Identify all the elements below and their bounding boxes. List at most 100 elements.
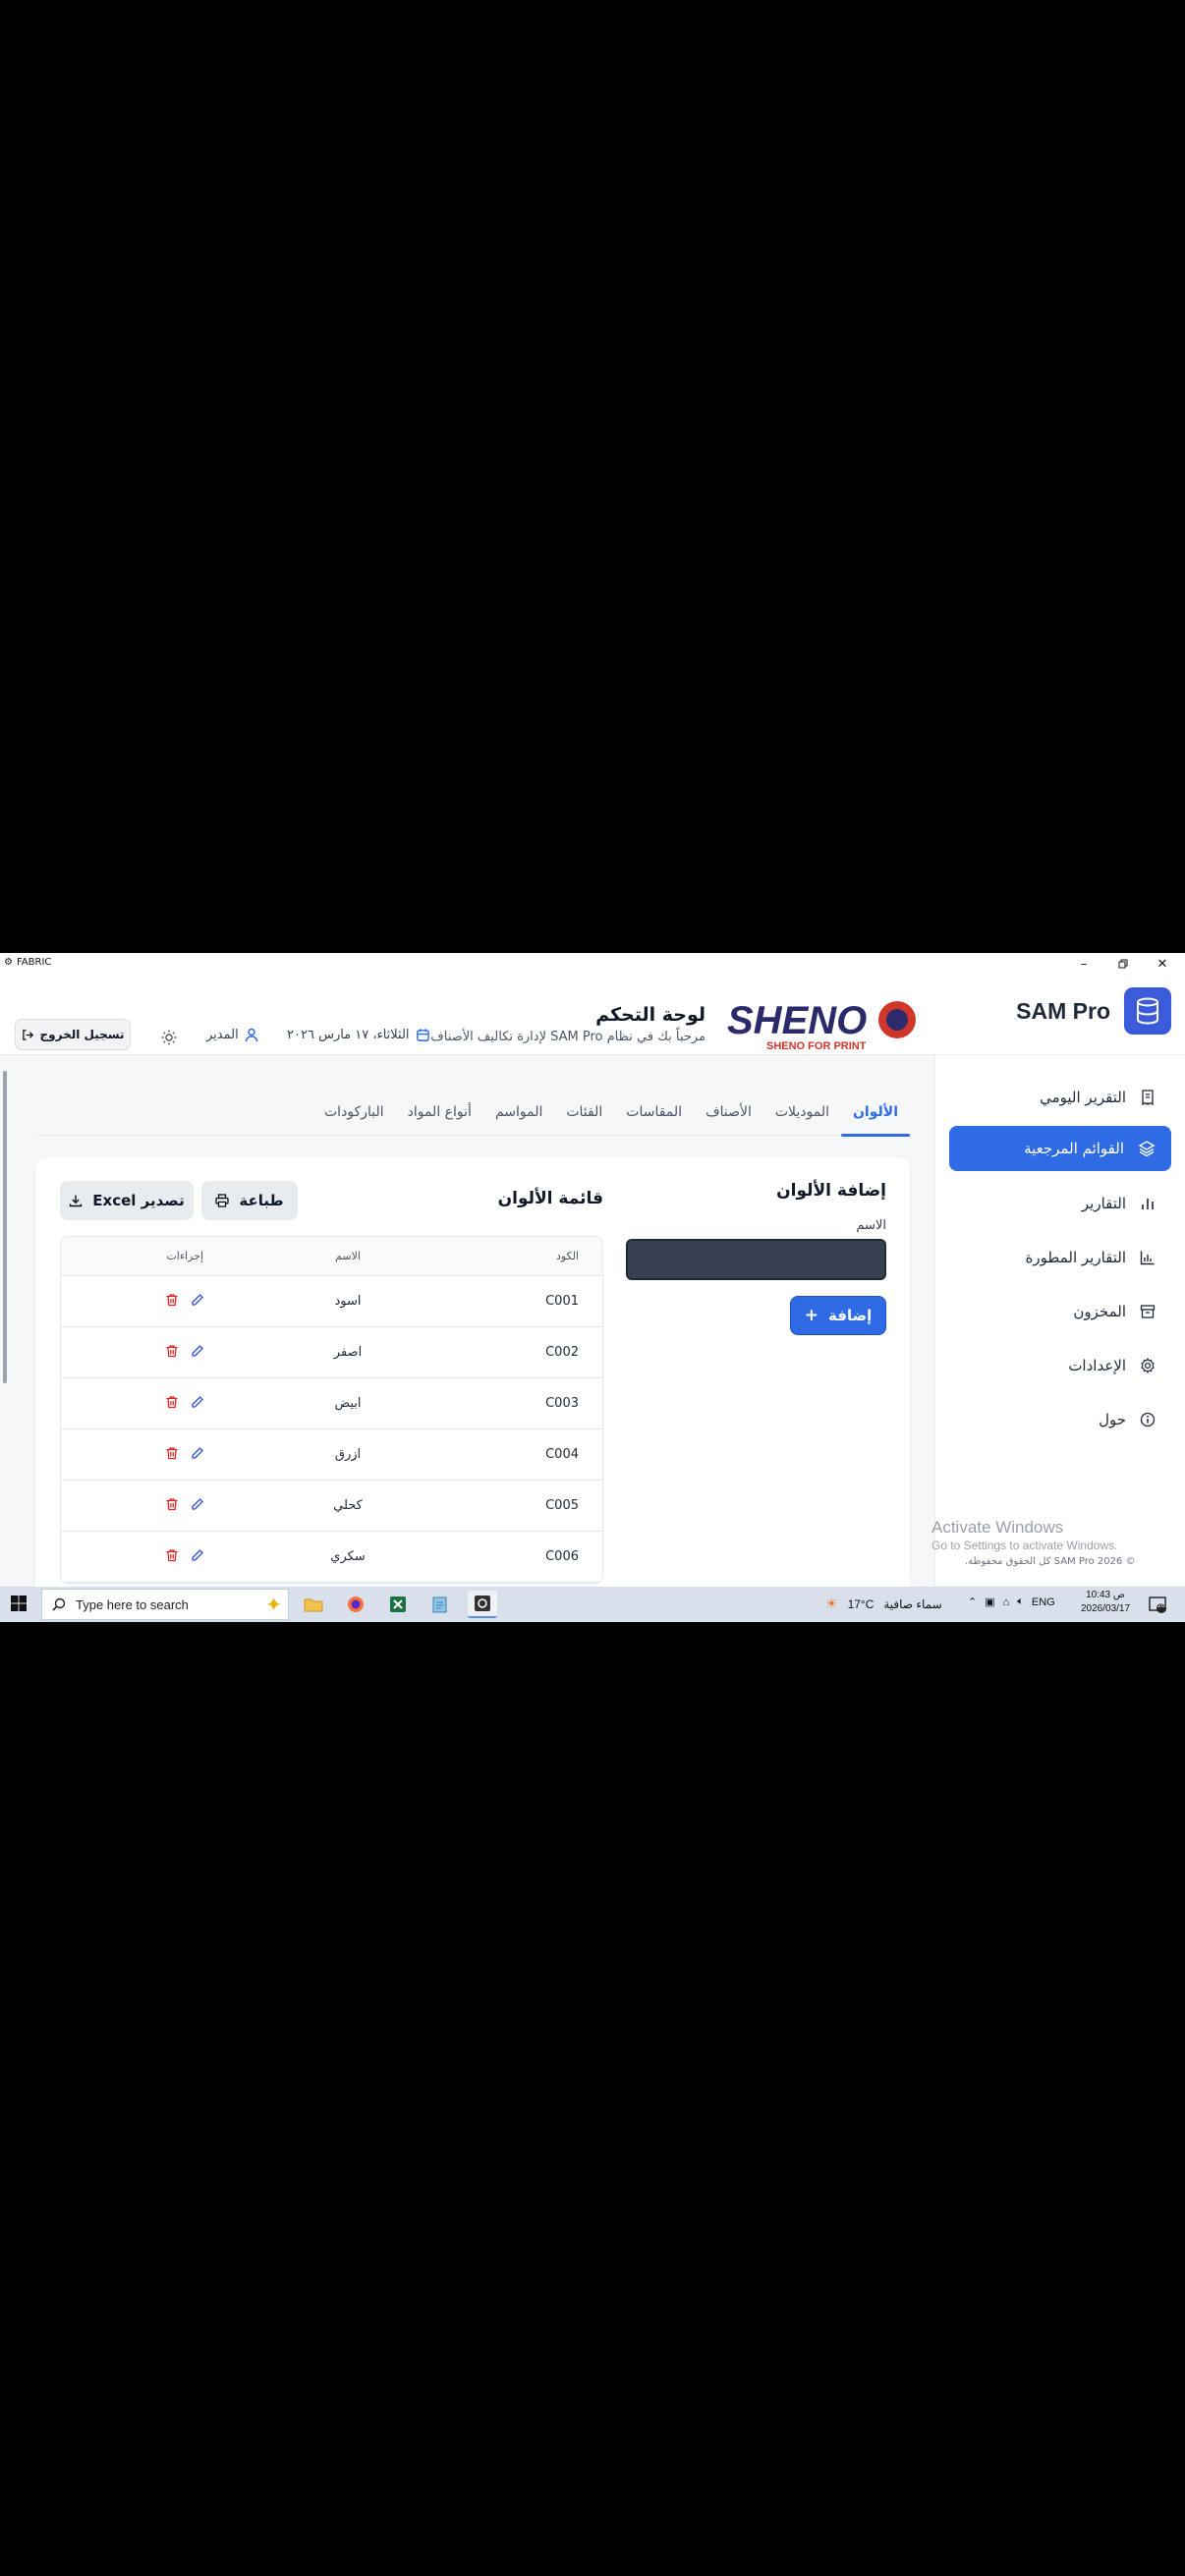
weather-widget[interactable]: سماء صافية 17°C ☀ <box>825 1596 942 1612</box>
cell-actions <box>61 1548 250 1566</box>
cell-actions <box>61 1446 250 1464</box>
page-title: لوحة التحكم <box>595 1004 705 1026</box>
logout-button[interactable]: تسجيل الخروج <box>15 1019 131 1050</box>
brand: SAM Pro <box>1016 987 1171 1035</box>
tab-barcodes[interactable]: الباركودات <box>312 1089 396 1136</box>
notification-button[interactable]: 26 <box>1148 1595 1167 1614</box>
language-indicator[interactable]: ENG <box>1032 1596 1055 1608</box>
trash-icon[interactable] <box>165 1293 179 1311</box>
edit-icon[interactable] <box>191 1446 204 1464</box>
archive-icon <box>1140 1305 1156 1318</box>
table-row: C005 كحلي <box>61 1481 602 1532</box>
page-title-block: لوحة التحكم مرحباً بك في نظام SAM Pro لإ… <box>430 1004 705 1044</box>
sidebar-item-settings[interactable]: الإعدادات <box>949 1343 1171 1388</box>
theme-toggle-button[interactable] <box>157 1026 181 1049</box>
edit-icon[interactable] <box>191 1548 204 1566</box>
restore-icon <box>1118 959 1128 969</box>
edit-icon[interactable] <box>191 1293 204 1311</box>
table-row: C002 اصفر <box>61 1327 602 1378</box>
cell-name: سكري <box>330 1549 366 1564</box>
name-field-label: الاسم <box>856 1218 886 1233</box>
info-icon <box>1140 1412 1156 1428</box>
trash-icon[interactable] <box>165 1446 179 1464</box>
print-button[interactable]: طباعة <box>201 1181 298 1220</box>
export-excel-button[interactable]: تصدير Excel <box>60 1181 194 1220</box>
sidebar-item-advanced-reports[interactable]: التقارير المطورة <box>949 1235 1171 1280</box>
cell-actions <box>61 1293 250 1311</box>
table-row: C006 سكري <box>61 1532 602 1583</box>
activate-windows-watermark: Activate Windows Go to Settings to activ… <box>931 1518 1118 1552</box>
add-button[interactable]: إضافة + <box>790 1296 886 1335</box>
add-color-panel: إضافة الألوان الاسم إضافة + <box>626 1181 886 1335</box>
sidebar-item-daily-report[interactable]: التقرير اليومي <box>949 1075 1171 1120</box>
download-icon <box>70 1195 83 1207</box>
sidebar-item-reference-lists[interactable]: القوائم المرجعية <box>949 1126 1171 1171</box>
tab-colors[interactable]: الألوان <box>840 1089 911 1137</box>
add-panel-title: إضافة الألوان <box>776 1181 886 1201</box>
trash-icon[interactable] <box>165 1497 179 1515</box>
brand-name: SAM Pro <box>1016 997 1110 1024</box>
taskbar-app-excel[interactable] <box>383 1591 413 1618</box>
logout-icon <box>22 1029 33 1040</box>
tray-app-icon[interactable]: ▣ <box>985 1596 994 1608</box>
chevron-up-icon[interactable]: ⌃ <box>968 1596 977 1608</box>
tab-items[interactable]: الأصناف <box>694 1089 763 1136</box>
edit-icon[interactable] <box>191 1344 204 1362</box>
sun-icon <box>161 1030 177 1045</box>
trash-icon[interactable] <box>165 1344 179 1362</box>
cell-code: C005 <box>545 1498 579 1513</box>
main-content: الألوان الموديلات الأصناف المقاسات الفئا… <box>35 1055 911 1587</box>
printer-icon <box>215 1194 230 1207</box>
taskbar: Type here to search ✦ سماء صافية 17°C ☀ … <box>0 1587 1185 1622</box>
taskbar-app-fabric[interactable] <box>468 1591 497 1618</box>
edit-icon[interactable] <box>191 1395 204 1413</box>
table-row: C004 ازرق <box>61 1429 602 1481</box>
table-row: C001 اسود <box>61 1276 602 1327</box>
cell-name: اصفر <box>333 1345 363 1360</box>
trash-icon[interactable] <box>165 1548 179 1566</box>
scrollbar-thumb[interactable] <box>3 1071 7 1383</box>
edit-icon[interactable] <box>191 1497 204 1515</box>
cell-code: C002 <box>545 1345 579 1360</box>
list-title: قائمة الألوان <box>497 1189 603 1208</box>
cell-actions <box>61 1344 250 1362</box>
table-row: C003 ابيض <box>61 1378 602 1429</box>
taskbar-app-firefox[interactable] <box>341 1591 370 1618</box>
cell-name: ابيض <box>334 1396 362 1411</box>
taskbar-app-file-explorer[interactable] <box>299 1591 328 1618</box>
tab-seasons[interactable]: المواسم <box>483 1089 554 1136</box>
tab-categories[interactable]: الفئات <box>554 1089 614 1136</box>
close-button[interactable]: ✕ <box>1146 953 1179 975</box>
header: SAM Pro SHENO SHENO FOR PRINT لوحة التحك… <box>0 975 1185 1055</box>
network-icon[interactable]: ⌂ <box>1003 1596 1010 1608</box>
trash-icon[interactable] <box>165 1395 179 1413</box>
column-header-actions: إجراءات <box>166 1250 204 1262</box>
cell-code: C003 <box>545 1396 579 1411</box>
bar-chart-icon <box>1142 1199 1154 1209</box>
volume-icon[interactable]: 🔈︎ <box>1017 1596 1024 1608</box>
taskbar-search[interactable]: Type here to search ✦ <box>41 1589 289 1620</box>
minimize-button[interactable]: – <box>1067 953 1100 975</box>
vertical-scrollbar[interactable] <box>2 1055 8 1586</box>
tab-material-types[interactable]: أنواع المواد <box>396 1089 483 1136</box>
column-header-code: الكود <box>555 1250 579 1262</box>
taskbar-app-notepad[interactable] <box>425 1591 455 1618</box>
excel-icon <box>390 1596 406 1612</box>
firefox-icon <box>348 1596 364 1612</box>
sidebar-item-about[interactable]: حول <box>949 1397 1171 1442</box>
receipt-icon <box>1142 1090 1154 1105</box>
tab-models[interactable]: الموديلات <box>763 1089 841 1136</box>
cell-code: C004 <box>545 1447 579 1462</box>
sidebar-item-reports[interactable]: التقارير <box>949 1181 1171 1226</box>
user-display: المدير <box>206 1028 258 1042</box>
tab-sizes[interactable]: المقاسات <box>614 1089 694 1136</box>
app-gear-icon <box>475 1596 490 1611</box>
name-input[interactable] <box>626 1239 886 1280</box>
restore-button[interactable] <box>1106 953 1140 975</box>
sidebar-item-inventory[interactable]: المخزون <box>949 1289 1171 1334</box>
plus-icon: + <box>804 1306 819 1325</box>
app-icon: ⚙ <box>4 957 13 968</box>
start-button[interactable] <box>10 1595 29 1614</box>
layers-icon <box>1138 1141 1156 1157</box>
taskbar-clock[interactable]: 10:43 ص 2026/03/17 <box>1081 1589 1130 1616</box>
